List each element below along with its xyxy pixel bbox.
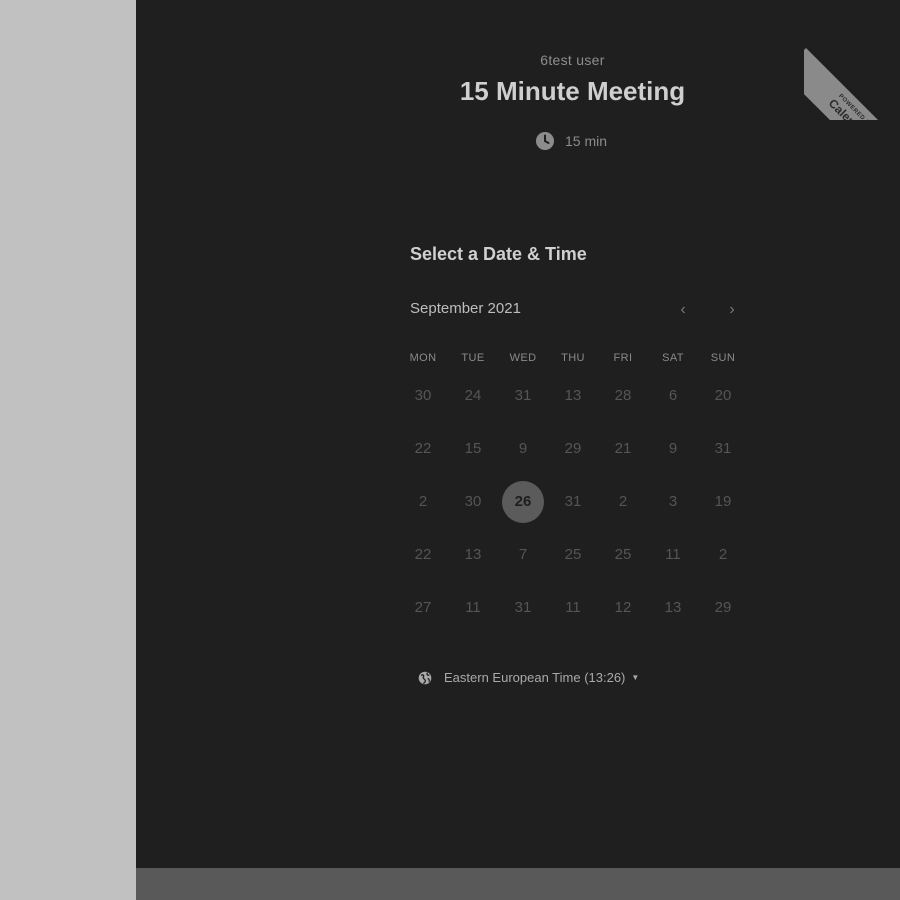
day-number: 9 — [518, 440, 528, 457]
day-number: 13 — [464, 546, 482, 563]
day-number: 31 — [564, 493, 582, 510]
day-number: 11 — [665, 546, 681, 563]
host-name: 6test user — [540, 52, 605, 68]
day-number: 25 — [614, 546, 632, 563]
calendar-day: 9 — [498, 422, 548, 475]
weekday-header: MON TUE WED THU FRI SAT SUN — [398, 352, 750, 364]
calendar-day: 29 — [548, 422, 598, 475]
day-number: 6 — [668, 387, 678, 404]
calendar-day: 30 — [398, 369, 448, 422]
calendar-day: 31 — [548, 475, 598, 528]
day-number: 31 — [514, 387, 532, 404]
event-duration: 15 min — [535, 131, 607, 151]
calendar-day: 2 — [598, 475, 648, 528]
day-number: 29 — [714, 599, 732, 616]
day-number: 22 — [414, 546, 432, 563]
timezone-label: Eastern European Time (13:26) — [444, 670, 626, 685]
calendar-day: 25 — [598, 528, 648, 581]
calendar-day: 11 — [448, 581, 498, 634]
day-number: 25 — [564, 546, 582, 563]
calendar-day: 9 — [648, 422, 698, 475]
booking-panel: 6test user 15 Minute Meeting 15 min POWE… — [136, 0, 900, 868]
calendar-day: 20 — [698, 369, 748, 422]
calendar-day: 31 — [498, 369, 548, 422]
day-number: 2 — [718, 546, 728, 563]
day-number: 3 — [668, 493, 678, 510]
calendar-day: 31 — [498, 581, 548, 634]
caret-down-icon: ▼ — [631, 673, 640, 682]
day-number: 20 — [714, 387, 732, 404]
calendar-day: 30 — [448, 475, 498, 528]
day-number: 27 — [414, 599, 432, 616]
day-number: 7 — [518, 546, 528, 563]
calendar-day: 13 — [648, 581, 698, 634]
day-number: 2 — [418, 493, 428, 510]
calendar-day: 31 — [698, 422, 748, 475]
calendar-day: 28 — [598, 369, 648, 422]
footer-bar — [136, 868, 900, 900]
event-title: 15 Minute Meeting — [459, 76, 686, 106]
calendar-day: 7 — [498, 528, 548, 581]
calendar-day: 29 — [698, 581, 748, 634]
weekday-label: SAT — [662, 352, 684, 364]
day-number: 13 — [664, 599, 682, 616]
clock-icon — [536, 132, 554, 150]
calendar-day: 3 — [648, 475, 698, 528]
day-number: 15 — [464, 440, 482, 457]
chevron-right-icon: › — [729, 301, 735, 318]
day-number: 11 — [465, 599, 481, 616]
weekday-label: THU — [561, 352, 585, 364]
globe-icon — [418, 671, 432, 684]
calendar-day: 22 — [398, 528, 448, 581]
powered-by-ribbon[interactable]: POWERED BY Calendly — [804, 16, 900, 120]
calendar-day: 15 — [448, 422, 498, 475]
weekday-label: TUE — [461, 352, 485, 364]
timezone-selector[interactable]: Eastern European Time (13:26) ▼ — [418, 670, 639, 685]
calendar-day: 12 — [598, 581, 648, 634]
duration-label: 15 min — [565, 133, 608, 149]
weekday-label: FRI — [613, 352, 633, 364]
month-label: September 2021 — [410, 300, 521, 317]
day-number: 24 — [464, 387, 482, 404]
day-number: 31 — [714, 440, 732, 457]
calendar-day: 11 — [548, 581, 598, 634]
calendar-day: 13 — [448, 528, 498, 581]
calendar-grid: 30 24 31 13 28 6 20 22 15 9 29 21 9 31 2… — [398, 369, 750, 634]
day-number: 31 — [514, 599, 532, 616]
day-number: 11 — [565, 599, 581, 616]
select-date-heading: Select a Date & Time — [410, 244, 587, 264]
day-number: 2 — [618, 493, 628, 510]
previous-month-button[interactable]: ‹ — [671, 298, 695, 322]
next-month-button[interactable]: › — [720, 298, 744, 322]
calendar-day: 13 — [548, 369, 598, 422]
day-number: 9 — [668, 440, 678, 457]
chevron-left-icon: ‹ — [680, 301, 686, 318]
day-number: 28 — [614, 387, 632, 404]
calendar-day: 6 — [648, 369, 698, 422]
day-number: 29 — [564, 440, 582, 457]
calendar-day: 11 — [648, 528, 698, 581]
weekday-label: WED — [509, 352, 537, 364]
day-number: 19 — [714, 493, 732, 510]
calendar-day: 22 — [398, 422, 448, 475]
left-gutter — [0, 0, 136, 900]
calendar-day: 27 — [398, 581, 448, 634]
calendar-day: 2 — [698, 528, 748, 581]
day-number: 30 — [464, 493, 482, 510]
day-number: 12 — [614, 599, 632, 616]
weekday-label: MON — [409, 352, 437, 364]
day-number: 30 — [414, 387, 432, 404]
day-number: 26 — [502, 480, 544, 523]
calendar-day: 19 — [698, 475, 748, 528]
day-number: 13 — [564, 387, 582, 404]
ribbon-band: POWERED BY Calendly — [804, 48, 900, 120]
calendar-day: 25 — [548, 528, 598, 581]
available-day-button[interactable]: 26 — [498, 475, 548, 528]
calendar-day: 24 — [448, 369, 498, 422]
day-number: 21 — [614, 440, 632, 457]
calendar-day: 2 — [398, 475, 448, 528]
day-number: 22 — [414, 440, 432, 457]
weekday-label: SUN — [710, 352, 736, 364]
calendar-day: 21 — [598, 422, 648, 475]
